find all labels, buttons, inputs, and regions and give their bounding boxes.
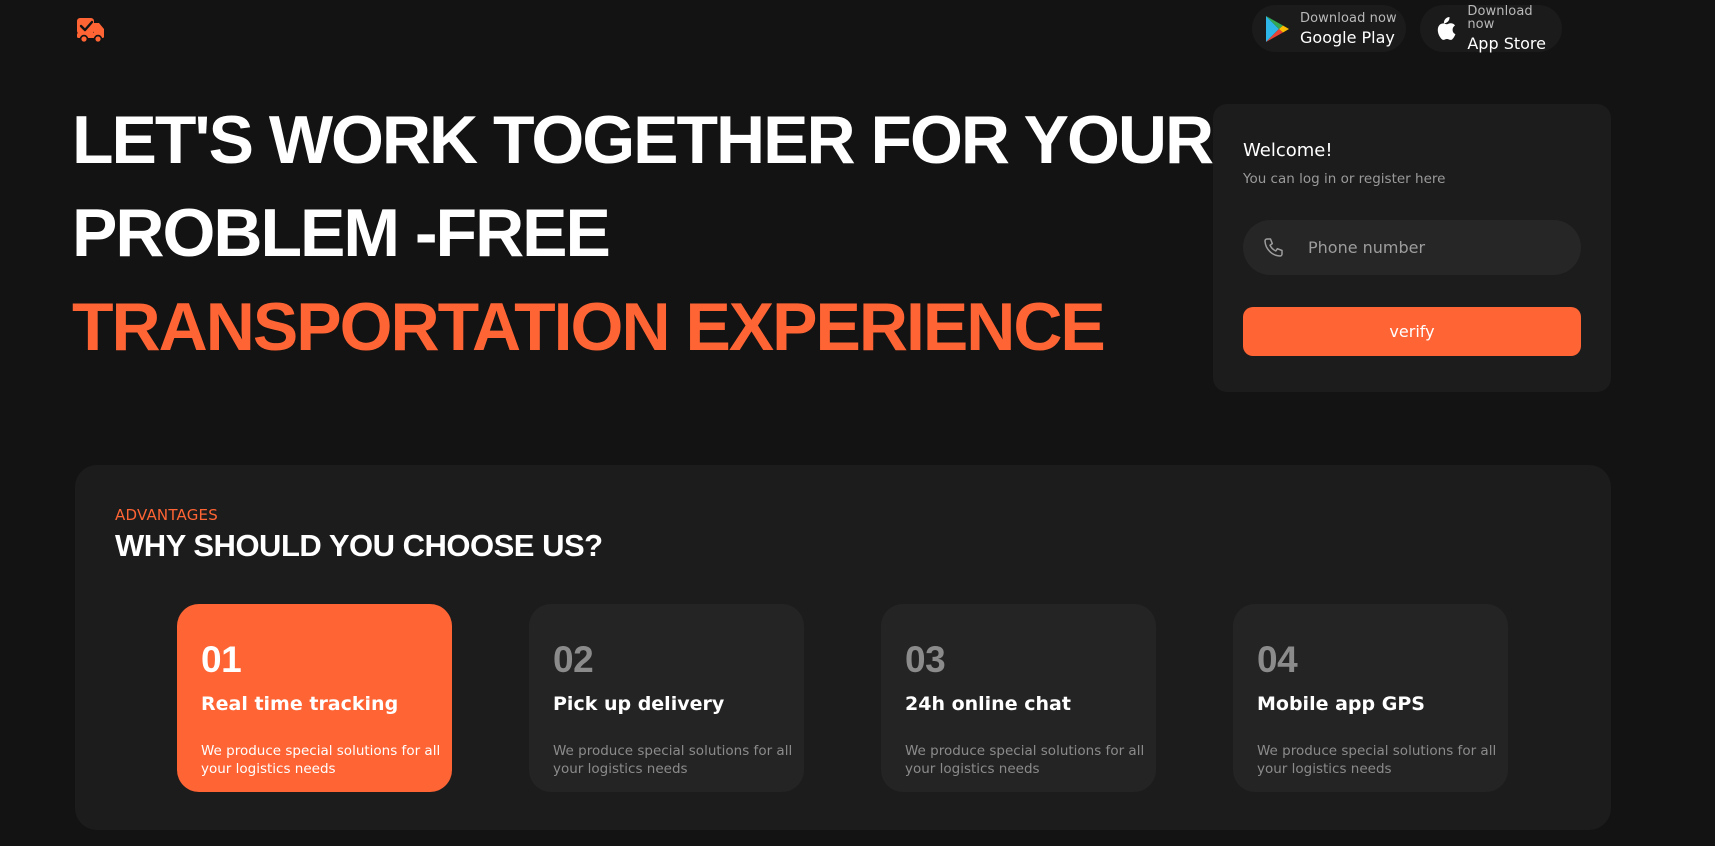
advantage-card-online-chat[interactable]: 03 24h online chat We produce special so… (881, 604, 1156, 792)
advantage-title: 24h online chat (905, 693, 1071, 715)
advantage-description: We produce special solutions for all you… (553, 743, 793, 777)
phone-icon (1262, 236, 1286, 260)
apple-icon (1430, 14, 1459, 44)
advantage-card-pick-up-delivery[interactable]: 02 Pick up delivery We produce special s… (529, 604, 804, 792)
login-subtitle: You can log in or register here (1243, 171, 1446, 187)
advantage-number: 02 (553, 639, 594, 680)
phone-number-field[interactable] (1243, 220, 1581, 275)
store-sub-label: Download now (1467, 4, 1533, 32)
store-sub-label: Download now (1300, 10, 1397, 26)
advantage-card-mobile-app-gps[interactable]: 04 Mobile app GPS We produce special sol… (1233, 604, 1508, 792)
advantages-section: ADVANTAGES WHY SHOULD YOU CHOOSE US? 01 … (75, 465, 1611, 830)
advantage-number: 01 (201, 639, 242, 680)
advantage-description: We produce special solutions for all you… (201, 743, 441, 777)
page: Download now Google Play Download now Ap… (0, 0, 1715, 846)
hero-headline-line-1: LET'S WORK TOGETHER FOR YOUR (72, 102, 1214, 178)
hero-headline-line-2: PROBLEM -FREE (72, 195, 611, 271)
advantage-card-real-time-tracking[interactable]: 01 Real time tracking We produce special… (177, 604, 452, 792)
advantage-title: Mobile app GPS (1257, 693, 1425, 715)
advantage-description: We produce special solutions for all you… (1257, 743, 1497, 777)
advantage-number: 03 (905, 639, 946, 680)
app-store-button[interactable]: Download now App Store (1420, 5, 1562, 52)
google-play-button[interactable]: Download now Google Play (1252, 5, 1406, 52)
google-play-icon (1262, 14, 1292, 44)
advantage-title: Real time tracking (201, 693, 399, 715)
store-name-label: Google Play (1300, 27, 1395, 47)
section-eyebrow: ADVANTAGES (115, 506, 218, 524)
advantage-number: 04 (1257, 639, 1298, 680)
hero-headline-accent-line: TRANSPORTATION EXPERIENCE (72, 289, 1106, 365)
advantage-description: We produce special solutions for all you… (905, 743, 1145, 777)
phone-number-input[interactable] (1306, 237, 1550, 258)
login-card: Welcome! You can log in or register here… (1213, 104, 1611, 392)
verify-button[interactable]: verify (1243, 307, 1581, 356)
login-title: Welcome! (1243, 140, 1333, 161)
advantage-title: Pick up delivery (553, 693, 725, 715)
section-title: WHY SHOULD YOU CHOOSE US? (115, 528, 603, 563)
delivery-truck-check-icon[interactable] (76, 14, 106, 44)
store-name-label: App Store (1467, 34, 1546, 53)
